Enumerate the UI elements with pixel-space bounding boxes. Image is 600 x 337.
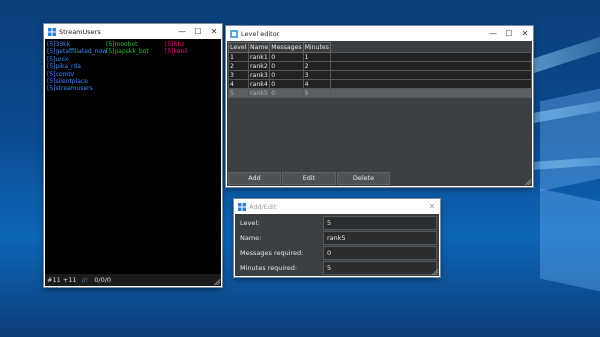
resize-grip-icon[interactable] [525,179,531,185]
resize-grip-icon[interactable] [214,279,220,285]
table-cell [329,79,532,89]
close-icon[interactable]: ✕ [424,199,440,214]
title-bar[interactable]: Add/Edit ✕ [234,199,440,214]
title-bar[interactable]: Level editor — ☐ ✕ [226,26,533,41]
table-cell [329,52,532,62]
group-counts: 0/0/0 [94,276,112,284]
app-icon [48,27,56,36]
add-button[interactable]: Add [228,172,281,185]
edit-button[interactable]: Edit [282,172,336,185]
column-header[interactable]: Messages [269,42,304,53]
user-entry[interactable]: [5]papskk_bot [106,48,149,55]
user-entry[interactable]: [5]comtv [47,71,107,78]
table-cell: 0 [269,88,304,98]
table-cell: 2 [302,61,331,71]
delete-button[interactable]: Delete [337,172,390,185]
table-cell: 0 [269,70,304,80]
table-row[interactable]: 3 rank3 0 3 [228,70,532,80]
user-entry[interactable]: [5]getaffiliated_now [47,48,107,55]
column-header[interactable]: Level [228,42,249,53]
window-title: StreamUsers [59,27,101,36]
table-row[interactable]: 1 rank1 0 1 [228,52,532,62]
level-table-area: Level Name Messages Minutes 1 rank1 0 1 … [227,41,532,186]
user-column: [5]33kk [5]getaffiliated_now [5]unix [5]… [47,41,107,93]
user-entry[interactable]: [5]pika_rda [47,63,107,70]
table-cell [329,70,532,80]
messages-row: Messages required: 0 [237,246,437,260]
table-cell: 4 [228,79,249,89]
user-entry[interactable]: [5]33kk [47,41,107,48]
table-cell: 3 [302,70,331,80]
close-icon[interactable]: ✕ [206,24,222,39]
field-label: Messages required: [237,246,323,260]
table-header: Level Name Messages Minutes [228,42,532,53]
user-entry[interactable]: [5]kenil [165,48,188,55]
maximize-icon[interactable]: ☐ [501,26,517,41]
table-cell: 1 [228,52,249,62]
user-entry[interactable]: [5]unix [47,56,107,63]
table-cell: 0 [269,52,304,62]
header-filler [330,42,532,53]
table-cell: 0 [269,61,304,71]
user-list-area: [5]33kk [5]getaffiliated_now [5]unix [5]… [45,39,221,286]
table-row-selected[interactable]: 5 rank5 0 5 [228,88,532,98]
windows-logo-pane [540,88,600,192]
user-entry[interactable]: [5]streamusers [47,85,107,92]
button-row: Add Edit Delete [228,172,390,185]
maximize-icon[interactable]: ☐ [190,24,206,39]
table-row[interactable]: 4 rank4 0 4 [228,79,532,89]
mod-column: [5]ltbz [5]kenil [165,41,188,56]
level-field[interactable]: 5 [323,216,437,230]
level-table: Level Name Messages Minutes 1 rank1 0 1 … [228,42,532,98]
table-cell: 0 [269,79,304,89]
field-label: Name: [237,231,323,245]
name-field[interactable]: rank5 [323,231,437,245]
app-icon [238,202,246,211]
user-entry[interactable]: [5]silentplace [47,78,107,85]
table-cell: rank2 [247,61,271,71]
viewer-count: #11 +11 [47,276,77,284]
form-area: Level: 5 Name: rank5 Messages required: … [235,214,439,276]
table-cell: 2 [228,61,249,71]
close-icon[interactable]: ✕ [517,26,533,41]
table-cell: rank1 [247,52,271,62]
table-cell: 4 [302,79,331,89]
bot-column: [5]moobot [5]papskk_bot [106,41,149,56]
add-edit-window: Add/Edit ✕ Level: 5 Name: rank5 Messages… [234,199,440,277]
table-row[interactable]: 2 rank2 0 2 [228,61,532,71]
windows-logo-pane [540,188,600,292]
table-cell: rank3 [247,70,271,80]
title-bar[interactable]: StreamUsers — ☐ ✕ [44,24,222,39]
minutes-row: Minutes required: 5 [237,261,437,275]
color-legend-icon: /// [81,276,89,284]
table-cell [329,88,532,98]
field-label: Minutes required: [237,261,323,275]
status-bar: #11 +11 /// 0/0/0 [45,274,221,286]
user-entry[interactable]: [5]moobot [106,41,149,48]
table-cell: 5 [302,88,331,98]
table-cell: rank4 [247,79,271,89]
table-cell: 5 [228,88,249,98]
app-icon [230,29,238,38]
window-title: Add/Edit [249,202,277,211]
column-header[interactable]: Minutes [302,42,331,53]
minutes-field[interactable]: 5 [323,261,437,275]
level-editor-window: Level editor — ☐ ✕ Level Name Messages M… [226,26,533,187]
table-cell: 1 [302,52,331,62]
resize-grip-icon[interactable] [432,269,438,275]
field-label: Level: [237,216,323,230]
stream-users-window: StreamUsers — ☐ ✕ [5]33kk [5]getaffiliat… [44,24,222,287]
table-cell [329,61,532,71]
column-header[interactable]: Name [247,42,271,53]
minimize-icon[interactable]: — [174,24,190,39]
level-row: Level: 5 [237,216,437,230]
table-cell: rank5 [247,88,271,98]
user-entry[interactable]: [5]ltbz [165,41,188,48]
name-row: Name: rank5 [237,231,437,245]
window-title: Level editor [241,29,280,38]
minimize-icon[interactable]: — [485,26,501,41]
table-cell: 3 [228,70,249,80]
messages-field[interactable]: 0 [323,246,437,260]
